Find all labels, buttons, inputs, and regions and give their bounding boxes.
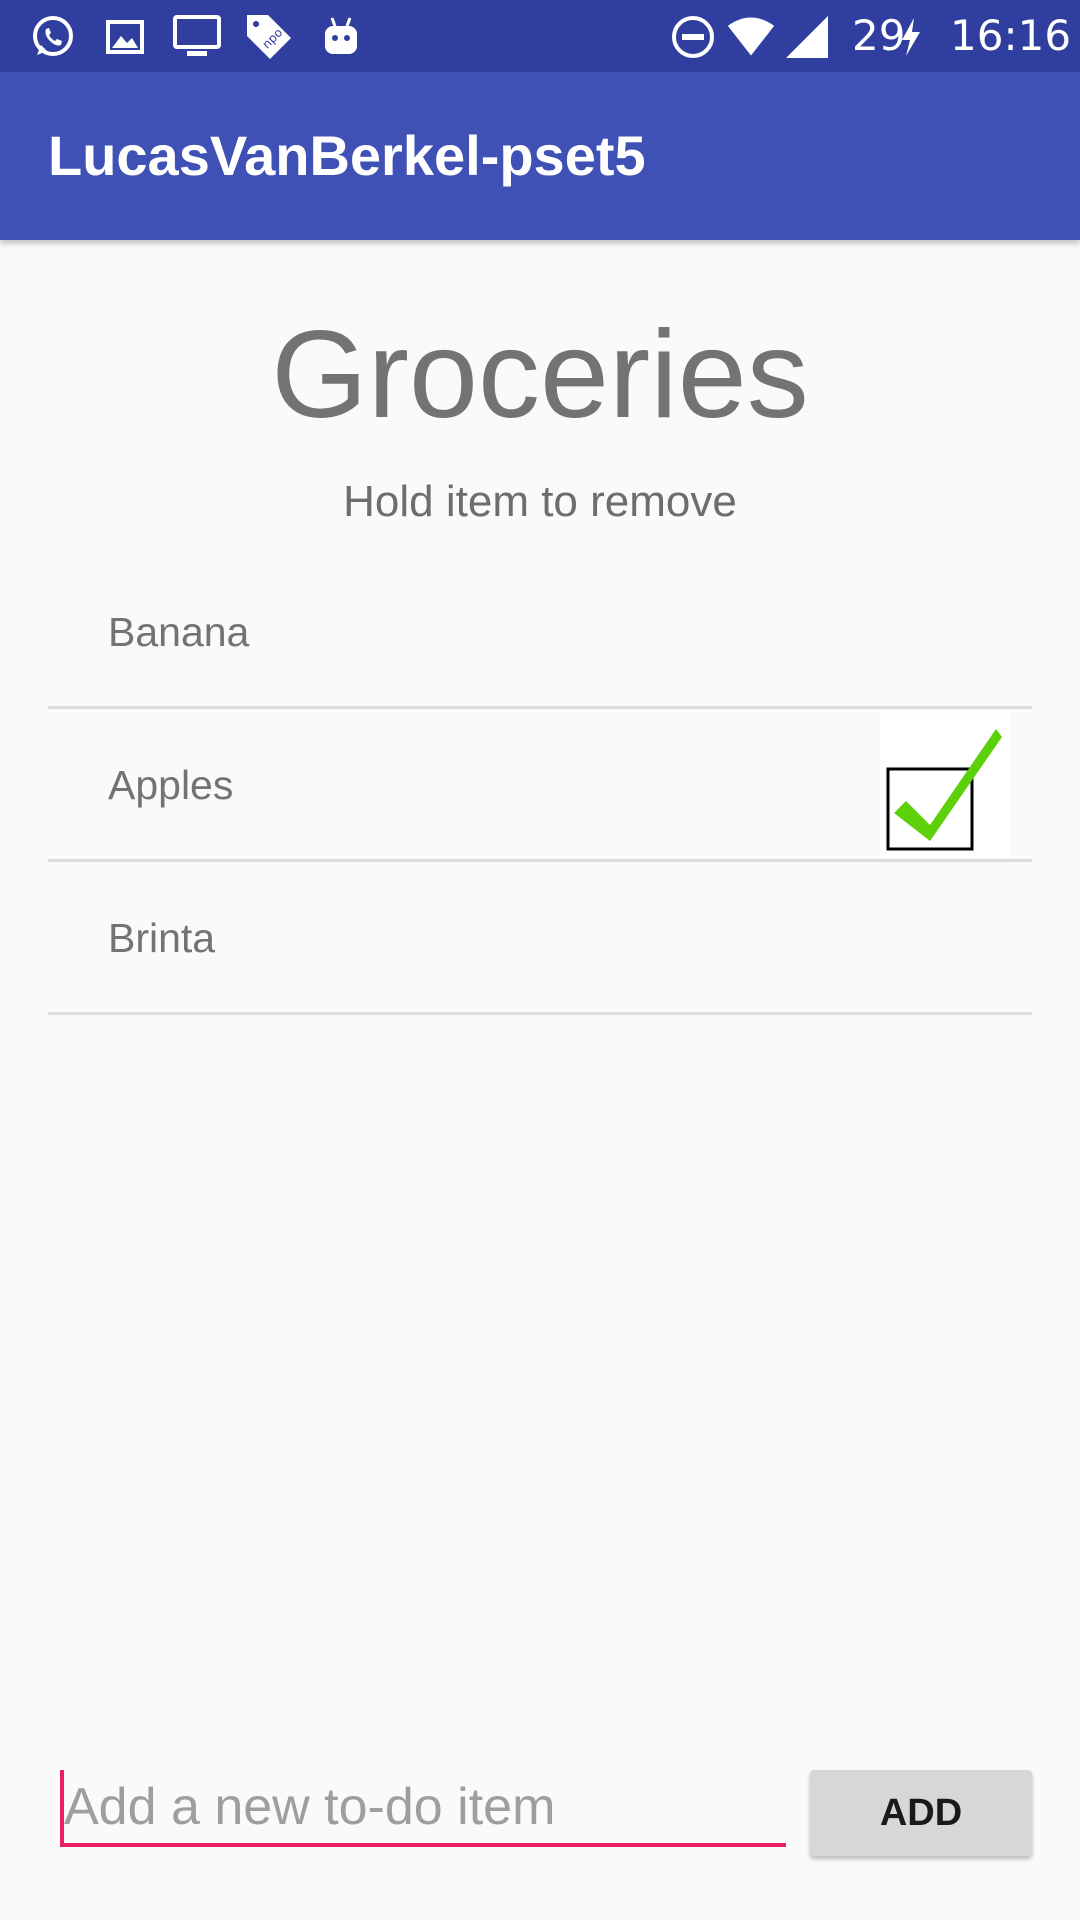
charging-bolt-icon bbox=[896, 12, 926, 62]
wifi-icon bbox=[726, 12, 776, 62]
android-icon bbox=[316, 12, 366, 62]
npo-tag-icon: npo bbox=[244, 12, 294, 62]
list-item-label: Apples bbox=[108, 762, 234, 808]
list-item-label: Banana bbox=[108, 609, 250, 655]
list-item[interactable]: Banana bbox=[48, 556, 1032, 709]
tv-icon bbox=[172, 12, 222, 62]
list-item-label: Brinta bbox=[108, 915, 216, 961]
app-title: LucasVanBerkel-pset5 bbox=[48, 124, 646, 187]
status-bar: npo 29 16:16 bbox=[0, 0, 1080, 72]
list-item[interactable]: Brinta bbox=[48, 862, 1032, 1015]
todo-input[interactable] bbox=[60, 1770, 786, 1847]
page-title: Groceries bbox=[271, 306, 809, 444]
cell-signal-icon bbox=[782, 12, 832, 62]
todo-input-wrapper bbox=[60, 1770, 786, 1850]
page-subtitle: Hold item to remove bbox=[343, 477, 737, 526]
image-icon bbox=[100, 12, 150, 62]
clock: 16:16 bbox=[950, 11, 1072, 60]
grocery-list: Banana Apples Brinta bbox=[48, 556, 1032, 1015]
app-bar: LucasVanBerkel-pset5 bbox=[0, 72, 1080, 240]
do-not-disturb-icon bbox=[668, 12, 718, 62]
checked-checkbox-icon[interactable] bbox=[880, 713, 1010, 858]
list-item[interactable]: Apples bbox=[48, 709, 1032, 862]
add-button[interactable]: ADD bbox=[810, 1770, 1032, 1856]
whatsapp-icon bbox=[28, 12, 78, 62]
